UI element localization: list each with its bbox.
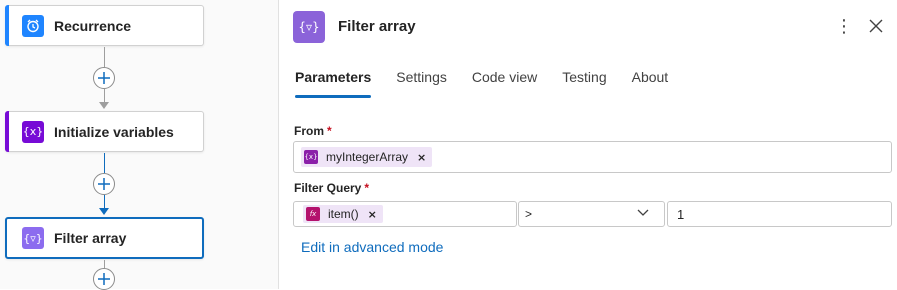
panel-tabs: Parameters Settings Code view Testing Ab… [295,69,693,98]
panel-divider [278,0,279,289]
node-label: Initialize variables [54,123,174,140]
token-my-integer-array[interactable]: {x} myIntegerArray × [301,147,433,167]
designer-canvas: Recurrence {x} Initialize variables {▿} … [0,0,278,290]
token-label: item() [328,207,359,221]
alarm-clock-icon [22,14,44,37]
node-initialize-variables[interactable]: {x} Initialize variables [5,111,204,152]
filter-query-label: Filter Query * [294,181,369,195]
filter-array-icon: {▿} [293,11,325,43]
right-value: 1 [677,206,685,222]
connector-arrow [99,102,109,109]
required-mark: * [327,124,332,138]
filter-query-right-field[interactable]: 1 [667,201,892,227]
node-recurrence[interactable]: Recurrence [5,5,204,46]
tab-about[interactable]: About [632,69,669,98]
variable-icon: {x} [304,150,318,164]
from-label-text: From [294,124,324,138]
required-mark: * [364,181,370,195]
remove-token-icon[interactable]: × [417,151,426,164]
panel-title: Filter array [338,18,416,35]
node-accent-bar [5,111,9,152]
token-label: myIntegerArray [326,150,409,164]
more-options-icon[interactable]: ⋮ [835,14,853,38]
connector-line [104,89,105,102]
close-icon[interactable] [866,14,886,38]
tab-parameters[interactable]: Parameters [295,69,372,98]
filter-query-left-field[interactable]: fx item() × [293,201,517,227]
add-step-button[interactable] [93,67,115,89]
remove-token-icon[interactable]: × [368,208,377,221]
operator-value: > [525,207,533,221]
plus-icon [98,178,110,190]
filter-array-icon: {▿} [22,227,44,249]
node-label: Recurrence [54,17,132,34]
edit-advanced-mode-link[interactable]: Edit in advanced mode [301,239,443,255]
connector-line [104,153,105,173]
tab-testing[interactable]: Testing [562,69,606,98]
tab-settings[interactable]: Settings [396,69,447,98]
token-item-expression[interactable]: fx item() × [303,205,383,223]
plus-icon [98,72,110,84]
add-step-button[interactable] [93,173,115,195]
connector-arrow [99,208,109,215]
from-field[interactable]: {x} myIntegerArray × [293,141,892,173]
chevron-down-icon [636,205,650,222]
tab-code-view[interactable]: Code view [472,69,537,98]
from-label: From * [294,124,332,138]
variable-icon: {x} [22,120,44,143]
node-filter-array[interactable]: {▿} Filter array [5,217,204,259]
filter-query-label-text: Filter Query [294,181,362,195]
node-label: Filter array [54,230,127,246]
connector-line [104,47,105,67]
plus-icon [98,273,110,285]
node-accent-bar [5,5,9,46]
connector-line [104,260,105,268]
expression-fx-icon: fx [306,207,320,221]
add-step-button[interactable] [93,268,115,290]
connector-line [104,195,105,208]
operator-dropdown[interactable]: > [518,201,665,227]
